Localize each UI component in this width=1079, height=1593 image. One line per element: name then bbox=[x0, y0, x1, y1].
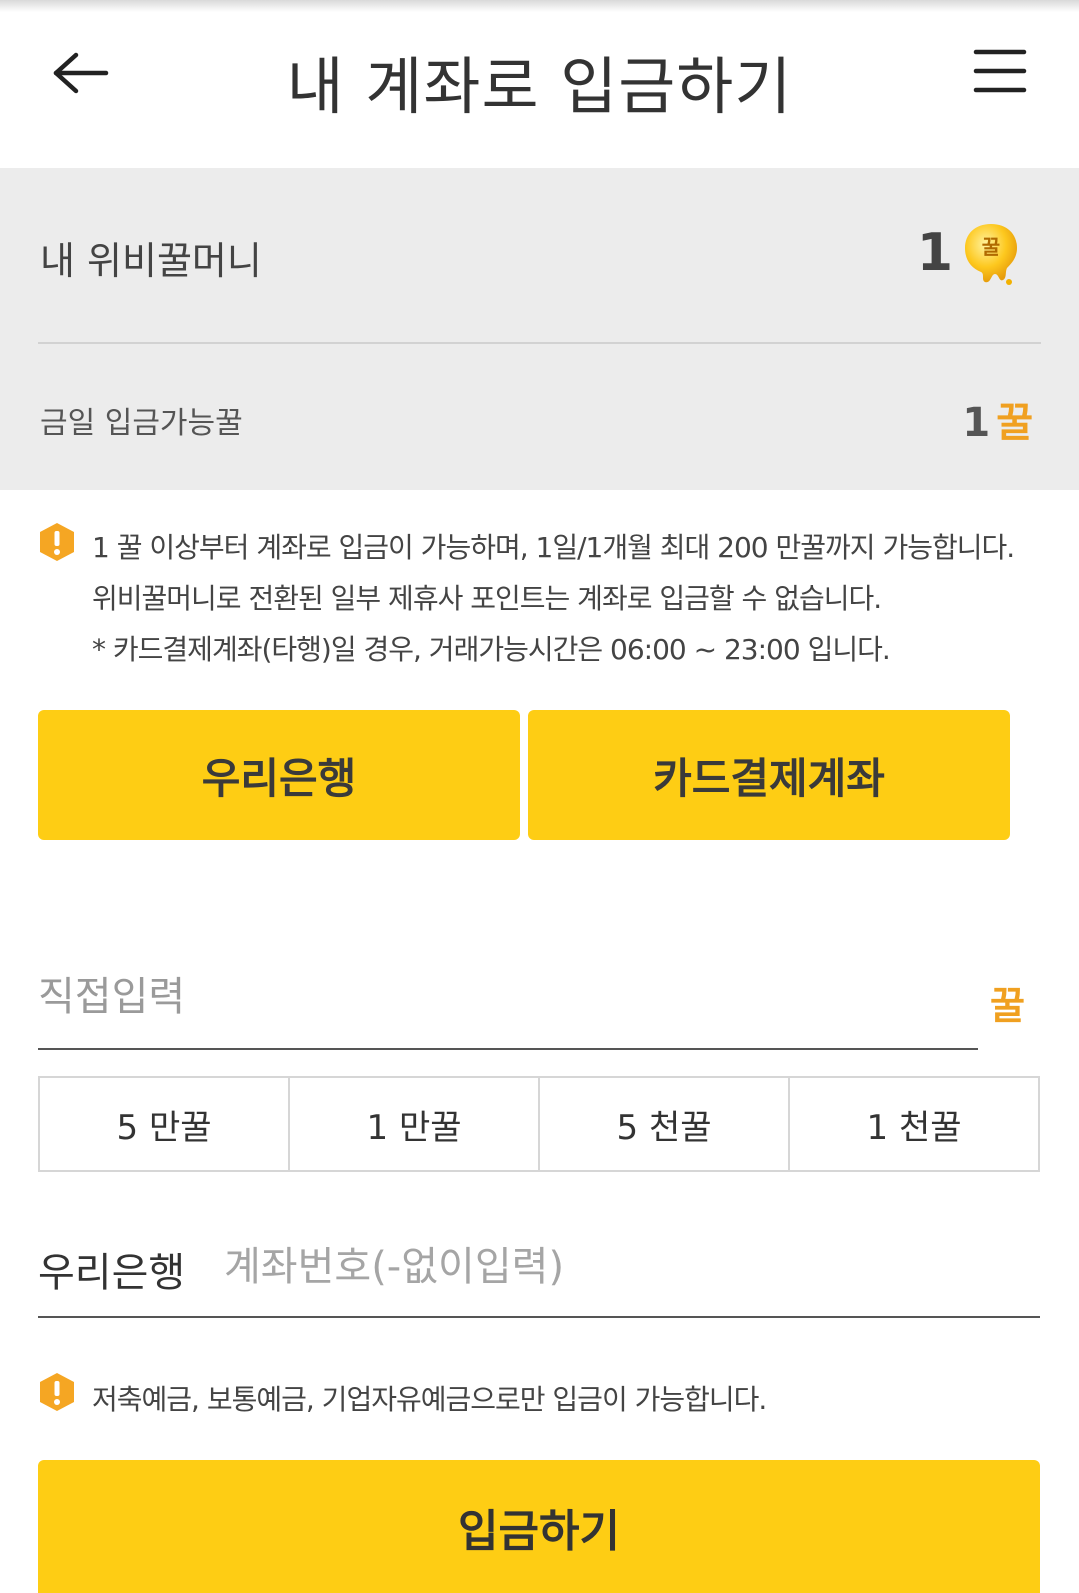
honey-money-summary: 내 위비꿀머니 1 꿀 금일 입금가능꿀 1꿀 bbox=[0, 168, 1079, 490]
quick-amount-group: 5 만꿀 1 만꿀 5 천꿀 1 천꿀 bbox=[38, 1076, 1040, 1172]
quick-amount-button[interactable]: 5 만꿀 bbox=[40, 1078, 290, 1170]
account-number-input[interactable] bbox=[224, 1232, 1024, 1302]
woori-bank-button[interactable]: 우리은행 bbox=[38, 710, 520, 840]
available-value: 1 bbox=[962, 400, 991, 446]
notice-line: 위비꿀머니로 전환된 일부 제휴사 포인트는 계좌로 입금할 수 없습니다. bbox=[92, 582, 882, 615]
available-value-group: 1꿀 bbox=[962, 390, 1033, 448]
quick-amount-button[interactable]: 5 천꿀 bbox=[540, 1078, 790, 1170]
balance-label: 내 위비꿀머니 bbox=[40, 239, 262, 283]
account-input-row: 우리은행 bbox=[38, 1222, 1040, 1318]
menu-button[interactable] bbox=[972, 46, 1028, 96]
hamburger-menu-icon bbox=[973, 49, 1027, 93]
available-label: 금일 입금가능꿀 bbox=[40, 406, 243, 441]
notice-line: 1 꿀 이상부터 계좌로 입금이 가능하며, 1일/1개월 최대 200 만꿀까… bbox=[92, 531, 1015, 564]
account-notice-text: 저축예금, 보통예금, 기업자유예금으로만 입금이 가능합니다. bbox=[92, 1383, 767, 1416]
amount-input-row bbox=[38, 960, 978, 1050]
app-header: 내 계좌로 입금하기 bbox=[0, 0, 1079, 168]
honey-coin-icon: 꿀 bbox=[965, 224, 1017, 285]
available-unit: 꿀 bbox=[996, 400, 1033, 446]
balance-value: 1 bbox=[916, 223, 953, 283]
amount-unit: 꿀 bbox=[990, 984, 1025, 1028]
deposit-submit-button[interactable]: 입금하기 bbox=[38, 1460, 1040, 1593]
notice-lines: 1 꿀 이상부터 계좌로 입금이 가능하며, 1일/1개월 최대 200 만꿀까… bbox=[92, 522, 1052, 675]
quick-amount-button[interactable]: 1 천꿀 bbox=[790, 1078, 1038, 1170]
svg-text:꿀: 꿀 bbox=[982, 235, 1000, 259]
warning-hexagon-icon bbox=[40, 1373, 74, 1411]
page-title: 내 계좌로 입금하기 bbox=[286, 50, 793, 123]
warning-hexagon-icon bbox=[40, 523, 74, 561]
balance-value-group: 1 꿀 bbox=[917, 220, 1021, 286]
notice-line: * 카드결제계좌(타행)일 경우, 거래가능시간은 06:00 ~ 23:00 … bbox=[92, 633, 891, 666]
quick-amount-button[interactable]: 1 만꿀 bbox=[290, 1078, 540, 1170]
amount-input[interactable] bbox=[38, 962, 938, 1032]
summary-divider bbox=[38, 342, 1041, 344]
card-account-button[interactable]: 카드결제계좌 bbox=[528, 710, 1010, 840]
account-bank-label: 우리은행 bbox=[38, 1250, 186, 1296]
